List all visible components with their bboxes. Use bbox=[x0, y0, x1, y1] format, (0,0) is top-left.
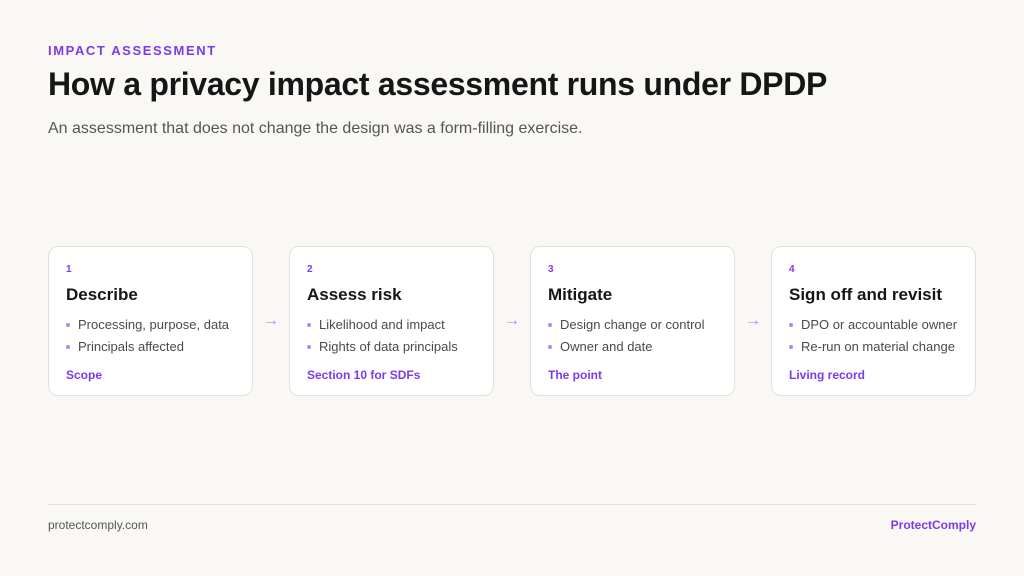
step-bullet: Design change or control bbox=[548, 314, 717, 336]
footer-brand: ProtectComply bbox=[890, 518, 976, 532]
step-bullet: Re-run on material change bbox=[789, 336, 958, 358]
step-number: 4 bbox=[789, 264, 795, 275]
step-bullets: Likelihood and impact Rights of data pri… bbox=[307, 314, 476, 358]
step-bullets: Design change or control Owner and date bbox=[548, 314, 717, 358]
step-bullet: Processing, purpose, data bbox=[66, 314, 235, 336]
step-title: Sign off and revisit bbox=[789, 285, 943, 304]
footer-site-link[interactable]: protectcomply.com bbox=[48, 518, 148, 532]
step-bullet: DPO or accountable owner bbox=[789, 314, 958, 336]
page-title: How a privacy impact assessment runs und… bbox=[48, 66, 828, 102]
step-tag: Scope bbox=[66, 368, 103, 382]
step-title: Mitigate bbox=[548, 285, 613, 304]
arrow-right-icon: → bbox=[745, 312, 761, 329]
footer-divider bbox=[48, 504, 976, 505]
arrow-right-icon: → bbox=[263, 312, 279, 329]
step-title: Describe bbox=[66, 285, 138, 304]
step-bullet: Likelihood and impact bbox=[307, 314, 476, 336]
step-number: 2 bbox=[307, 264, 313, 275]
step-bullet: Rights of data principals bbox=[307, 336, 476, 358]
step-bullet: Principals affected bbox=[66, 336, 235, 358]
step-tag: Living record bbox=[789, 368, 866, 382]
step-card-assess-risk: 2 Assess risk Likelihood and impact Righ… bbox=[289, 246, 494, 396]
arrow-right-icon: → bbox=[504, 312, 520, 329]
eyebrow-label: IMPACT ASSESSMENT bbox=[48, 43, 217, 58]
step-tag: The point bbox=[548, 368, 602, 382]
step-number: 3 bbox=[548, 264, 554, 275]
step-bullets: Processing, purpose, data Principals aff… bbox=[66, 314, 235, 358]
process-steps: 1 Describe Processing, purpose, data Pri… bbox=[48, 246, 976, 396]
step-number: 1 bbox=[66, 264, 72, 275]
step-tag: Section 10 for SDFs bbox=[307, 368, 421, 382]
step-card-mitigate: 3 Mitigate Design change or control Owne… bbox=[530, 246, 735, 396]
step-card-sign-off: 4 Sign off and revisit DPO or accountabl… bbox=[771, 246, 976, 396]
step-bullets: DPO or accountable owner Re-run on mater… bbox=[789, 314, 958, 358]
step-bullet: Owner and date bbox=[548, 336, 717, 358]
page-subtitle: An assessment that does not change the d… bbox=[48, 120, 583, 137]
step-card-describe: 1 Describe Processing, purpose, data Pri… bbox=[48, 246, 253, 396]
step-title: Assess risk bbox=[307, 285, 402, 304]
